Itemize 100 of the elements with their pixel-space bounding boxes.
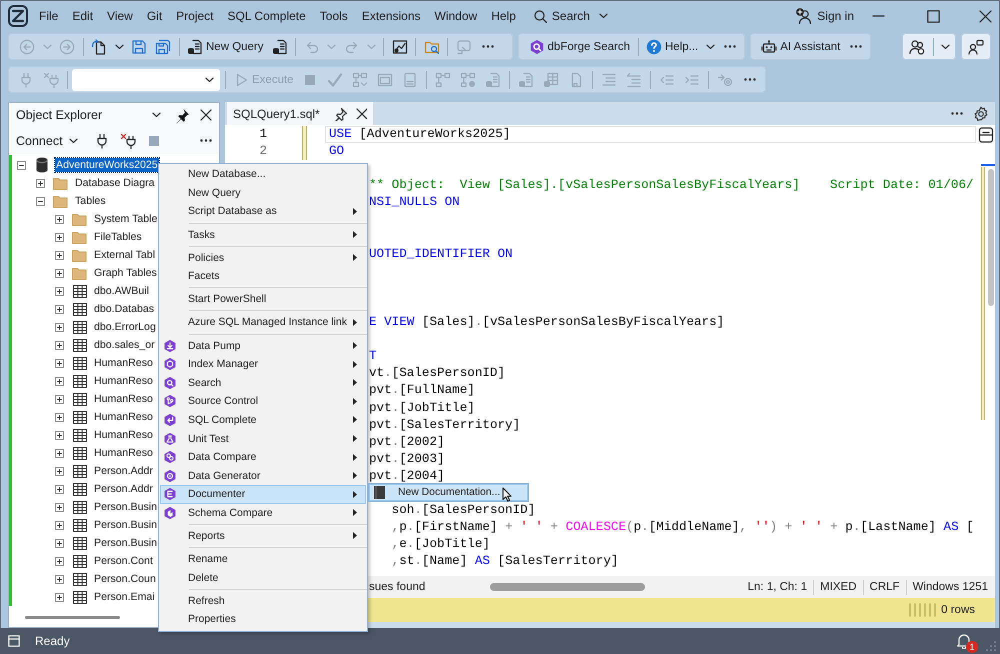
assistant-button[interactable]: AI Assistant (757, 36, 844, 58)
tree-item[interactable]: AdventureWorks2025 (55, 158, 159, 172)
tree-item[interactable]: Tables (74, 194, 107, 208)
menu-item[interactable]: Edit (65, 6, 100, 26)
menu-item[interactable]: Data Pump (160, 336, 366, 355)
plug-x-icon[interactable] (120, 132, 136, 148)
plus-box-icon[interactable] (55, 376, 64, 386)
plus-box-icon[interactable] (55, 412, 64, 422)
search-icon[interactable] (534, 10, 547, 22)
save-icon[interactable] (131, 38, 147, 54)
plus-box-icon[interactable] (55, 286, 64, 296)
menu-item[interactable]: Project (169, 6, 221, 26)
menu-item[interactable]: Help (484, 6, 523, 26)
tree-item[interactable]: HumanReso (93, 410, 154, 424)
line-ending[interactable]: CRLF (864, 581, 906, 593)
menu-item[interactable]: Documenter (160, 485, 366, 504)
plus-box-icon[interactable] (55, 268, 64, 278)
plus-box-icon[interactable] (55, 592, 64, 602)
chart-icon[interactable] (392, 38, 408, 54)
menu-item[interactable]: File (32, 6, 66, 26)
plus-box-icon[interactable] (55, 484, 64, 494)
tree-item[interactable]: Person.Busin (93, 500, 158, 514)
plus-box-icon[interactable] (55, 448, 64, 458)
tree-item[interactable]: FileTables (93, 230, 143, 244)
menu-item[interactable]: Delete (160, 568, 366, 587)
tree-item[interactable]: Person.Addr (93, 482, 154, 496)
menu-item[interactable]: Tasks (160, 225, 366, 244)
resize-grip-icon[interactable] (986, 641, 996, 651)
menu-item[interactable]: Policies (160, 248, 366, 267)
menu-item[interactable]: Facets (160, 266, 366, 286)
more-icon[interactable] (951, 112, 963, 115)
minus-box-icon[interactable] (36, 196, 45, 206)
menu-item[interactable]: Rename (160, 550, 366, 568)
menu-item[interactable]: Source Control (160, 392, 366, 411)
menu-item[interactable]: Azure SQL Managed Instance link (160, 313, 366, 332)
plus-box-icon[interactable] (55, 214, 64, 224)
more-icon[interactable] (724, 45, 736, 48)
pin-icon[interactable] (175, 108, 190, 122)
plus-box-icon[interactable] (55, 250, 64, 260)
document-database-icon[interactable] (272, 38, 288, 54)
menu-item[interactable]: Script Database as (160, 202, 366, 221)
plus-box-icon[interactable] (55, 232, 64, 242)
chevron-down-icon[interactable] (598, 13, 608, 19)
chevron-down-icon[interactable] (706, 44, 715, 50)
tree-item[interactable]: HumanReso (93, 392, 154, 406)
hexagon-search-icon[interactable] (528, 38, 545, 54)
menu-item[interactable]: Schema Compare (160, 504, 366, 522)
menu-item[interactable]: Window (428, 6, 484, 26)
menu-item[interactable]: Tools (312, 6, 355, 26)
tree-item[interactable]: HumanReso (93, 446, 154, 460)
search-tool-button[interactable]: dbForge Search (524, 36, 634, 58)
chevron-down-icon[interactable] (205, 76, 214, 82)
tree-item[interactable]: Person.Coun (93, 572, 157, 586)
plus-box-icon[interactable] (55, 340, 64, 350)
robot-icon[interactable] (761, 38, 778, 54)
people-icon[interactable] (909, 38, 925, 54)
app-logo-icon[interactable] (8, 5, 28, 27)
plus-box-icon[interactable] (55, 394, 64, 404)
menu-item[interactable]: Data Compare (160, 448, 366, 466)
tree-item[interactable]: HumanReso (93, 374, 154, 388)
chevron-down-icon[interactable] (940, 44, 950, 50)
save-all-icon[interactable] (155, 38, 171, 54)
scrollbar-thumb[interactable] (25, 616, 120, 618)
menu-item[interactable]: Search (160, 373, 366, 392)
document-database-icon[interactable] (187, 38, 203, 54)
encoding[interactable]: Windows 1251 (906, 581, 995, 593)
new-file-icon[interactable] (91, 38, 107, 54)
tree-item[interactable]: Person.Cont (93, 554, 154, 568)
plus-box-icon[interactable] (55, 430, 64, 440)
menu-item[interactable]: SQL Complete (160, 410, 366, 430)
maximize-icon[interactable] (927, 10, 940, 22)
more-icon[interactable] (744, 78, 756, 81)
tree-item[interactable]: System Table (93, 212, 158, 226)
more-icon[interactable] (482, 45, 494, 48)
tree-item[interactable]: Database Diagra (74, 176, 156, 190)
menu-item[interactable]: Data Generator (160, 466, 366, 485)
connect-button[interactable]: Connect (16, 134, 78, 148)
tree-item[interactable]: dbo.ErrorLog (93, 320, 157, 334)
plus-box-icon[interactable] (55, 358, 64, 368)
split-view-icon[interactable] (978, 127, 994, 143)
pin-icon[interactable] (332, 106, 347, 120)
menu-item[interactable]: Extensions (354, 6, 428, 26)
menu-item[interactable]: SQL Complete (220, 6, 313, 26)
person-chat-icon[interactable] (968, 38, 984, 54)
help-button[interactable]: Help... (642, 36, 702, 58)
tree-item[interactable]: dbo.sales_or (93, 338, 156, 352)
close-icon[interactable] (200, 109, 212, 121)
minus-box-icon[interactable] (17, 160, 26, 170)
plus-box-icon[interactable] (55, 322, 64, 332)
tree-item[interactable]: Person.Addr (93, 464, 154, 478)
menu-item[interactable]: New Query (160, 184, 366, 202)
sign-in-button[interactable]: Sign in (794, 5, 856, 27)
plus-box-icon[interactable] (55, 502, 64, 512)
close-icon[interactable] (979, 10, 992, 22)
help-icon[interactable] (646, 38, 662, 54)
editor-mode[interactable]: MIXED (814, 581, 863, 593)
plus-box-icon[interactable] (55, 556, 64, 566)
menu-item[interactable]: Refresh (160, 591, 366, 610)
tree-item[interactable]: dbo.AWBuil (93, 284, 150, 298)
new-query-button[interactable]: New Query (183, 36, 268, 58)
